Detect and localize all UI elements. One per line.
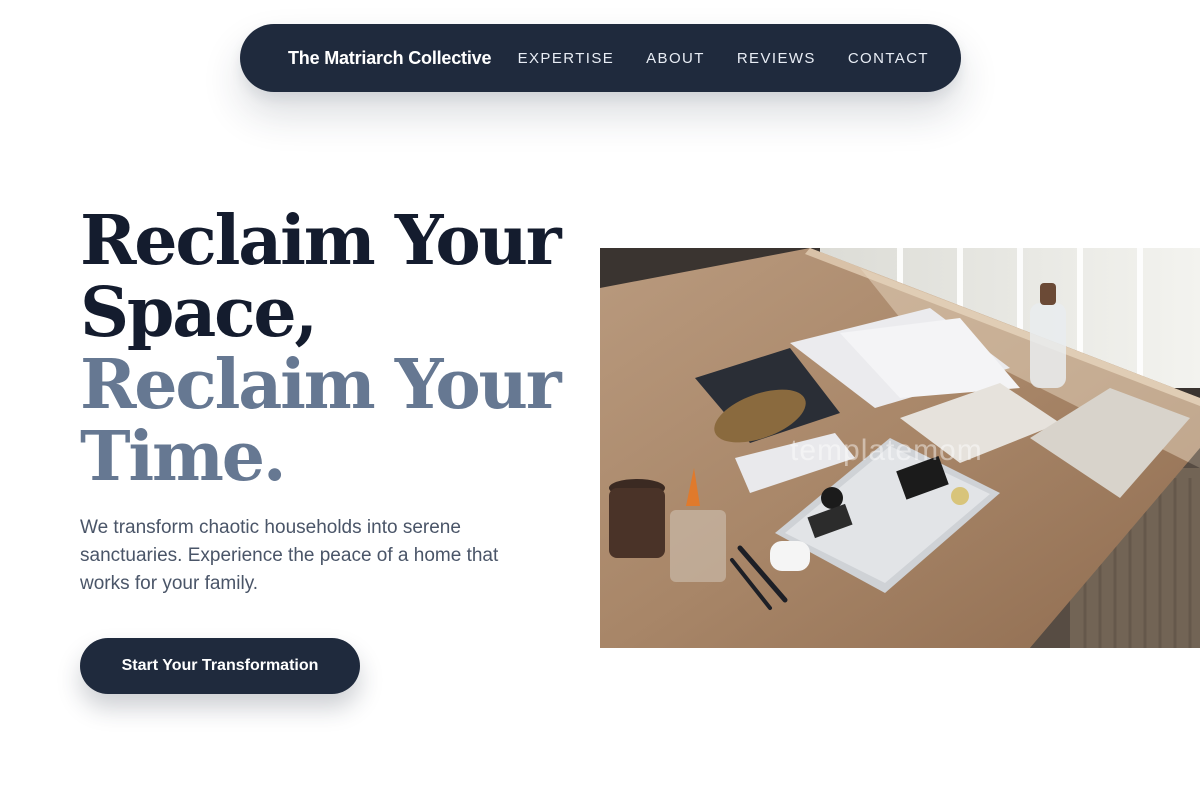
nav-link-about[interactable]: ABOUT (646, 50, 705, 67)
brand-logo-text[interactable]: The Matriarch Collective (288, 48, 491, 69)
hero-headline: Reclaim Your Space, Reclaim Your Time. (80, 205, 580, 493)
nav-link-expertise[interactable]: EXPERTISE (518, 50, 615, 67)
headline-line-4: Time. (80, 417, 287, 497)
hero-subtitle: We transform chaotic households into ser… (80, 517, 499, 594)
top-navbar: The Matriarch Collective EXPERTISE ABOUT… (240, 24, 961, 92)
headline-line-3: Reclaim Your (80, 345, 562, 425)
headline-line-1: Reclaim Your (80, 201, 562, 281)
nav-link-reviews[interactable]: REVIEWS (737, 50, 816, 67)
nav-link-contact[interactable]: CONTACT (848, 50, 929, 67)
image-watermark: templatemom (790, 434, 983, 467)
start-transformation-button[interactable]: Start Your Transformation (80, 638, 360, 694)
headline-line-2: Space, (80, 273, 318, 353)
nav-links: EXPERTISE ABOUT REVIEWS CONTACT (518, 50, 929, 67)
hero-desk-photo: templatemom (600, 248, 1200, 648)
